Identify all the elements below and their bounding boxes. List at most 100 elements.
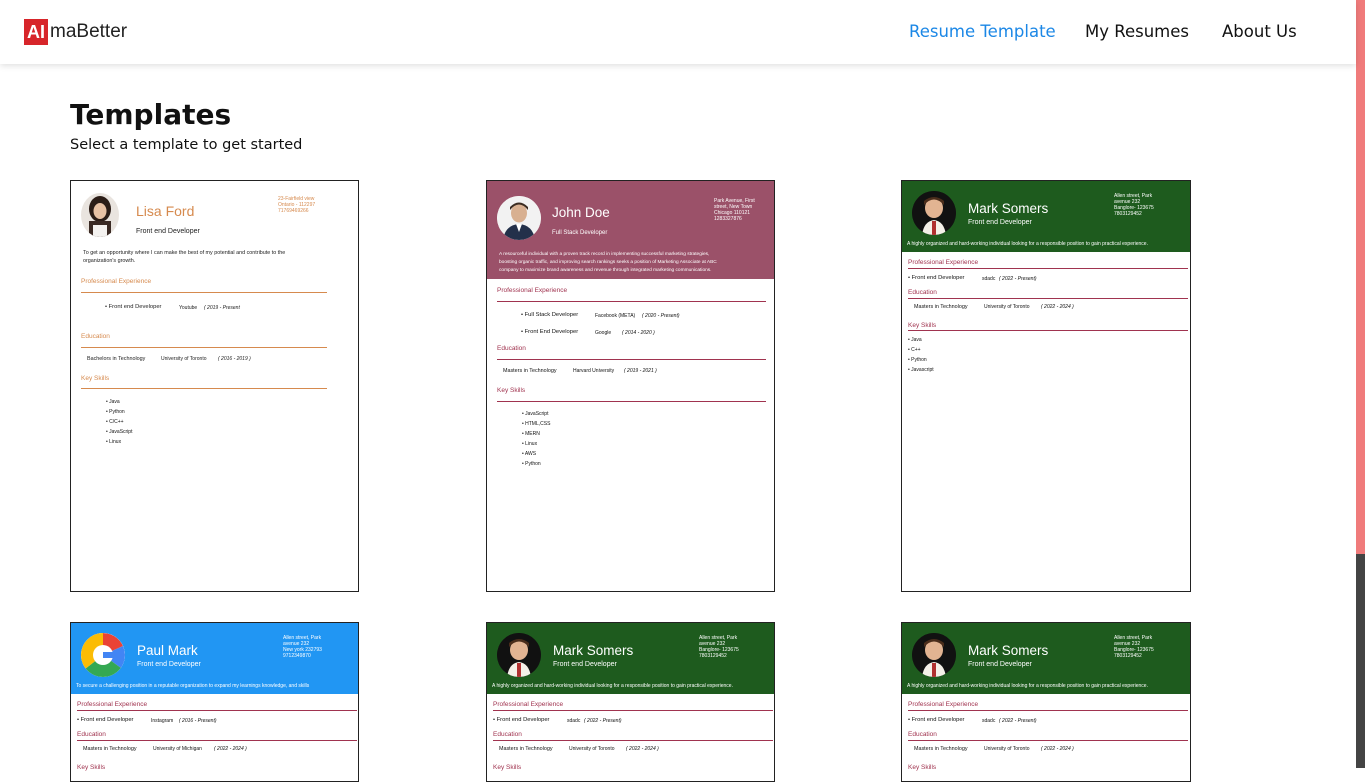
lisa-exp-dates: ( 2019 - Present (204, 305, 240, 311)
divider (77, 710, 357, 711)
scrollbar-thumb[interactable] (1356, 554, 1365, 768)
nav-about-us[interactable]: About Us (1222, 22, 1297, 41)
paul-edu-school: University of Michigan (153, 746, 202, 752)
divider (493, 710, 773, 711)
mark-edu-dates: ( 2022 - 2024 ) (1041, 304, 1074, 310)
divider (493, 740, 773, 741)
john-objective-line-1: A resourceful individual with a proven t… (499, 252, 710, 257)
lisa-edu-school: University of Toronto (161, 356, 207, 362)
john-photo (497, 196, 541, 240)
divider (497, 301, 766, 302)
divider (908, 298, 1188, 299)
template-card-lisa-ford[interactable]: Lisa Ford Front end Developer 23-Fairfie… (70, 180, 359, 592)
lisa-address: 23-Fairfield view Ontario - 112297 71769… (278, 196, 316, 214)
mark-edu-degree: Masters in Technology (914, 746, 968, 752)
john-skill: • Linux (522, 441, 538, 447)
mark-edu-school: University of Toronto (984, 304, 1030, 310)
john-exp-role: • Front End Developer (521, 329, 579, 335)
lisa-name: Lisa Ford (136, 203, 195, 219)
mark-edu-heading: Education (908, 731, 937, 738)
mark-role: Front end Developer (968, 219, 1032, 226)
almabetter-logo[interactable]: AI maBetter (24, 19, 127, 45)
mark-skills-heading: Key Skills (908, 322, 937, 329)
mark-skill: • Java (908, 337, 922, 343)
lisa-skill: • Java (106, 399, 120, 405)
john-skill: • JavaScript (522, 411, 549, 417)
top-navbar: AI maBetter Resume Template My Resumes A… (0, 0, 1356, 64)
divider (77, 740, 357, 741)
john-skill: • Python (522, 461, 541, 467)
john-exp-company: Google (595, 330, 612, 336)
mark-skill: • Javascript (908, 367, 934, 373)
mark-name: Mark Somers (968, 643, 1049, 658)
template-card-mark-somers[interactable]: Mark Somers Front end Developer Allen st… (901, 180, 1191, 592)
mark-exp-heading: Professional Experience (908, 259, 979, 266)
mark-objective: A highly organized and hard-working indi… (907, 683, 1148, 689)
nav-resume-template[interactable]: Resume Template (909, 22, 1056, 41)
lisa-role: Front end Developer (136, 228, 200, 235)
john-exp-dates: ( 2020 - Present) (642, 313, 680, 319)
nav-my-resumes[interactable]: My Resumes (1085, 22, 1189, 41)
paul-name: Paul Mark (137, 643, 198, 658)
paul-exp-dates: ( 2016 - Present) (179, 718, 217, 724)
divider (908, 268, 1188, 269)
paul-address: Allen street, Park avenue 232 New york 2… (283, 635, 322, 659)
google-logo-icon (81, 633, 125, 677)
mark-exp-company: sdadc (567, 718, 581, 724)
mark-objective: A highly organized and hard-working indi… (907, 241, 1148, 247)
paul-edu-degree: Masters in Technology (83, 746, 137, 752)
lisa-exp-role: • Front end Developer (105, 304, 162, 310)
page-title: Templates (70, 98, 232, 131)
mark-edu-dates: ( 2022 - 2024 ) (1041, 746, 1074, 752)
lisa-skill: • C/C++ (106, 419, 124, 425)
divider (497, 359, 766, 360)
john-exp-company: Facebook (META) (595, 313, 636, 319)
mark-exp-role: • Front end Developer (493, 717, 550, 723)
mark-edu-school: University of Toronto (569, 746, 615, 752)
john-exp-role: • Full Stack Developer (521, 312, 579, 318)
template-card-mark-somers-3[interactable]: Mark Somers Front end Developer Allen st… (901, 622, 1191, 782)
paul-edu-dates: ( 2022 - 2024 ) (214, 746, 247, 752)
mark-skills-heading: Key Skills (908, 764, 937, 771)
john-name: John Doe (552, 205, 610, 220)
mark-name: Mark Somers (968, 201, 1049, 216)
lisa-skills-heading: Key Skills (81, 375, 110, 382)
lisa-objective-line-1: To get an opportunity where I can make t… (83, 250, 286, 256)
mark-photo (912, 633, 956, 677)
mark-exp-dates: ( 2022 - Present) (999, 276, 1037, 282)
mark-address: Allen street, Park avenue 232 Banglore- … (699, 635, 739, 659)
john-skill: • AWS (522, 451, 537, 457)
paul-edu-heading: Education (77, 731, 106, 738)
template-card-paul-mark[interactable]: Paul Mark Front end Developer Allen stre… (70, 622, 359, 782)
mark-exp-dates: ( 2022 - Present) (584, 718, 622, 724)
lisa-edu-heading: Education (81, 333, 110, 340)
mark-edu-school: University of Toronto (984, 746, 1030, 752)
mark-exp-role: • Front end Developer (908, 717, 965, 723)
lisa-exp-company: Youtube (179, 305, 198, 311)
john-skill: • MERN (522, 431, 540, 437)
template-card-mark-somers-2[interactable]: Mark Somers Front end Developer Allen st… (486, 622, 775, 782)
john-edu-dates: ( 2019 - 2021 ) (624, 368, 657, 374)
mark-role: Front end Developer (968, 661, 1032, 668)
template-card-john-doe[interactable]: John Doe Full Stack Developer Park Avenu… (486, 180, 775, 592)
paul-role: Front end Developer (137, 661, 201, 668)
mark-exp-dates: ( 2022 - Present) (999, 718, 1037, 724)
divider (81, 292, 327, 293)
lisa-exp-heading: Professional Experience (81, 278, 152, 285)
john-skill: • HTML,CSS (522, 421, 551, 427)
john-edu-heading: Education (497, 345, 526, 352)
lisa-edu-degree: Bachelors in Technology (87, 356, 146, 362)
mark-edu-dates: ( 2022 - 2024 ) (626, 746, 659, 752)
mark-photo (497, 633, 541, 677)
lisa-objective-line-2: organization's growth. (83, 258, 136, 264)
paul-objective: To secure a challenging position in a re… (76, 683, 310, 689)
john-skills-heading: Key Skills (497, 387, 526, 394)
mark-exp-heading: Professional Experience (493, 701, 564, 708)
lisa-skill: • JavaScript (106, 429, 133, 435)
divider (81, 388, 327, 389)
john-role: Full Stack Developer (552, 230, 608, 236)
paul-skills-heading: Key Skills (77, 764, 106, 771)
divider (81, 347, 327, 348)
john-edu-school: Harvard University (573, 368, 615, 374)
john-objective-line-3: company to maximize brand awareness and … (499, 268, 712, 273)
